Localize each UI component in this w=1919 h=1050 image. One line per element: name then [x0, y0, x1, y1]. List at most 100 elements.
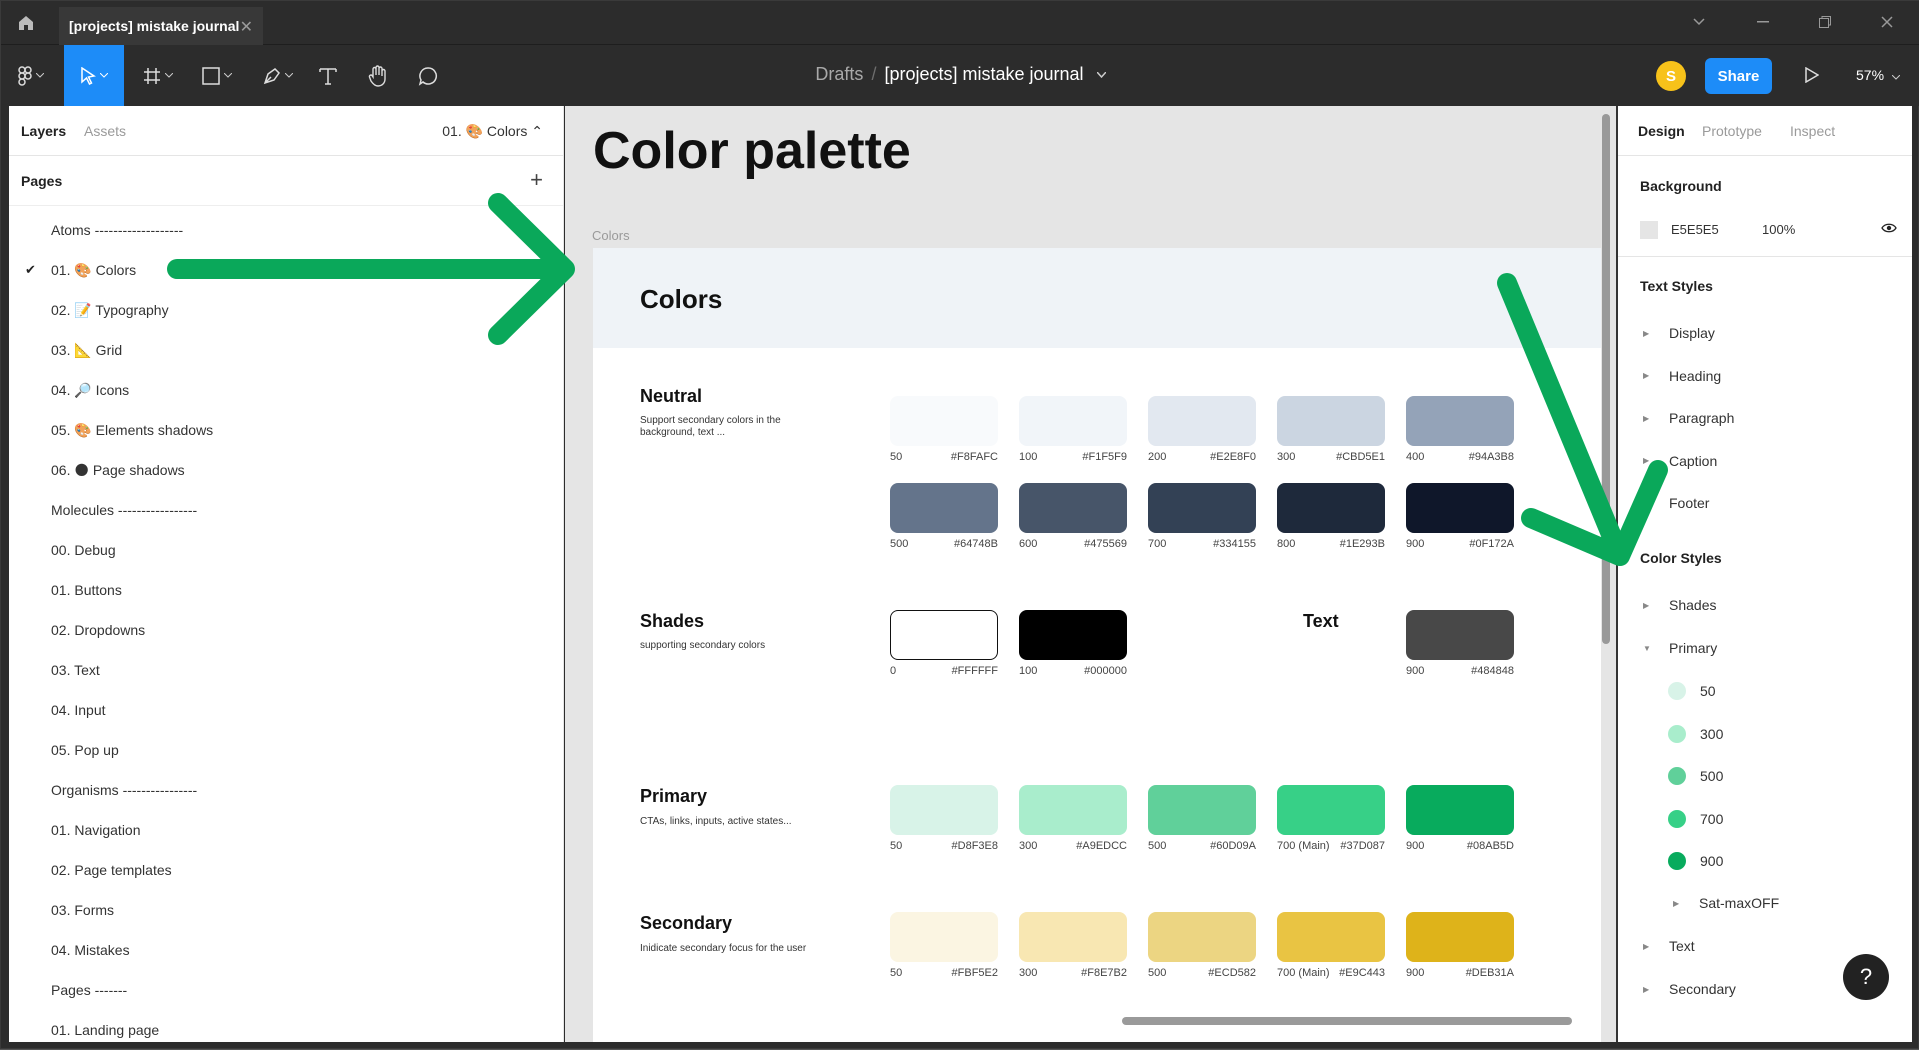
page-item[interactable]: 01. Buttons: [9, 570, 563, 610]
text-style-item[interactable]: ▶ Heading: [1643, 368, 1721, 384]
page-item[interactable]: 06. 🌑 Page shadows: [9, 450, 563, 490]
color-swatch[interactable]: [1019, 396, 1127, 446]
color-swatch[interactable]: [890, 912, 998, 962]
page-item[interactable]: 04. Input: [9, 690, 563, 730]
text-style-item[interactable]: ▶ Caption: [1643, 453, 1717, 469]
color-swatch[interactable]: [1277, 785, 1385, 835]
page-item[interactable]: 03. 📐 Grid: [9, 330, 563, 370]
color-swatch[interactable]: [1406, 912, 1514, 962]
page-item[interactable]: 05. 🎨 Elements shadows: [9, 410, 563, 450]
tab-design[interactable]: Design: [1638, 123, 1685, 139]
page-item[interactable]: Molecules -----------------: [9, 490, 563, 530]
color-style-group[interactable]: ▶ Shades: [1643, 597, 1716, 613]
color-swatch[interactable]: [1019, 785, 1127, 835]
close-window-icon[interactable]: [1874, 11, 1900, 33]
swatch-label: 300 #A9EDCC: [1019, 840, 1127, 852]
color-style-group[interactable]: ▶ Text: [1643, 938, 1695, 954]
color-style-label[interactable]: 900: [1700, 853, 1723, 869]
swatch-hex: #64748B: [953, 538, 998, 550]
text-style-item[interactable]: ▶ Paragraph: [1643, 410, 1734, 426]
color-style-group[interactable]: ▶ Secondary: [1643, 981, 1736, 997]
avatar[interactable]: S: [1656, 61, 1686, 91]
eye-icon[interactable]: [1881, 221, 1897, 239]
color-style-label[interactable]: 50: [1700, 683, 1716, 699]
color-swatch[interactable]: [1019, 912, 1127, 962]
color-swatch[interactable]: [890, 610, 998, 660]
page-item[interactable]: 01. Navigation: [9, 810, 563, 850]
zoom-dropdown[interactable]: 57%: [1856, 67, 1901, 83]
page-item[interactable]: 04. 🔎 Icons: [9, 370, 563, 410]
page-item[interactable]: 02. Dropdowns: [9, 610, 563, 650]
page-item[interactable]: 03. Text: [9, 650, 563, 690]
colors-frame[interactable]: Colors Neutral Support secondary colors …: [593, 248, 1601, 1042]
canvas-heading[interactable]: Color palette: [593, 121, 911, 181]
page-item-label: 02. 📝 Typography: [51, 301, 169, 318]
color-style-dot[interactable]: [1668, 809, 1686, 828]
color-swatch[interactable]: [1148, 396, 1256, 446]
color-style-label[interactable]: 300: [1700, 726, 1723, 742]
home-icon[interactable]: [9, 9, 43, 37]
color-swatch[interactable]: [1148, 912, 1256, 962]
page-item[interactable]: 04. Mistakes: [9, 930, 563, 970]
add-page-icon[interactable]: +: [530, 169, 543, 191]
color-swatch[interactable]: [1277, 483, 1385, 533]
page-item[interactable]: Organisms ----------------: [9, 770, 563, 810]
background-hex-input[interactable]: E5E5E5: [1671, 222, 1719, 237]
file-name[interactable]: [projects] mistake journal: [884, 64, 1083, 84]
color-swatch[interactable]: [1148, 785, 1256, 835]
tab-layers[interactable]: Layers: [21, 123, 66, 139]
background-color-swatch[interactable]: [1640, 221, 1658, 239]
breadcrumb-drafts[interactable]: Drafts: [815, 64, 863, 84]
tab-prototype[interactable]: Prototype: [1702, 123, 1762, 139]
restore-icon[interactable]: [1812, 11, 1838, 33]
color-style-dot[interactable]: [1668, 682, 1686, 700]
page-item[interactable]: 03. Forms: [9, 890, 563, 930]
help-button[interactable]: ?: [1843, 954, 1889, 1000]
current-page-dropdown[interactable]: 01. 🎨 Colors ⌃: [442, 123, 543, 140]
close-tab-icon[interactable]: ✕: [240, 17, 253, 37]
color-style-dot[interactable]: [1668, 767, 1686, 785]
color-swatch[interactable]: [890, 483, 998, 533]
page-item[interactable]: 05. Pop up: [9, 730, 563, 770]
page-item[interactable]: 01. Landing page: [9, 1010, 563, 1042]
color-swatch[interactable]: [1277, 912, 1385, 962]
color-swatch[interactable]: [1148, 483, 1256, 533]
color-swatch[interactable]: [1406, 483, 1514, 533]
page-item[interactable]: 00. Debug: [9, 530, 563, 570]
tab-assets[interactable]: Assets: [84, 123, 126, 139]
color-swatch[interactable]: [890, 785, 998, 835]
vertical-scrollbar[interactable]: [1602, 114, 1610, 644]
background-opacity-input[interactable]: 100%: [1762, 222, 1795, 237]
page-item[interactable]: 02. 📝 Typography: [9, 290, 563, 330]
minimize-icon[interactable]: [1750, 11, 1776, 33]
color-style-label[interactable]: 500: [1700, 768, 1723, 784]
page-item[interactable]: 02. Page templates: [9, 850, 563, 890]
chevron-down-icon[interactable]: [1686, 11, 1712, 33]
canvas[interactable]: Color palette Colors Colors Neutral Supp…: [565, 106, 1616, 1042]
color-style-group[interactable]: ▶ Sat-maxOFF: [1673, 895, 1779, 911]
present-play-icon[interactable]: [1798, 61, 1826, 89]
color-swatch[interactable]: [1406, 610, 1514, 660]
color-swatch[interactable]: [1019, 483, 1127, 533]
file-menu-chevron-icon[interactable]: [1096, 71, 1107, 79]
frame-label[interactable]: Colors: [592, 228, 630, 243]
color-style-dot[interactable]: [1668, 852, 1686, 870]
page-item[interactable]: Pages -------: [9, 970, 563, 1010]
text-style-item[interactable]: ▶ Display: [1643, 325, 1715, 341]
color-style-group[interactable]: ▼ Primary: [1643, 640, 1717, 656]
file-tab[interactable]: [projects] mistake journal ✕: [59, 7, 263, 45]
color-style-dot[interactable]: [1668, 724, 1686, 743]
share-button[interactable]: Share: [1705, 58, 1772, 94]
expand-triangle-icon: ▶: [1643, 941, 1650, 951]
color-swatch[interactable]: [1406, 396, 1514, 446]
color-swatch[interactable]: [1277, 396, 1385, 446]
page-item[interactable]: ✔ 01. 🎨 Colors: [9, 250, 563, 290]
text-style-item[interactable]: ▶ Footer: [1643, 495, 1709, 511]
horizontal-scrollbar[interactable]: [1122, 1017, 1572, 1025]
color-swatch[interactable]: [890, 396, 998, 446]
color-swatch[interactable]: [1019, 610, 1127, 660]
page-item[interactable]: Atoms -------------------: [9, 210, 563, 250]
color-swatch[interactable]: [1406, 785, 1514, 835]
tab-inspect[interactable]: Inspect: [1790, 123, 1835, 139]
color-style-label[interactable]: 700: [1700, 811, 1723, 827]
